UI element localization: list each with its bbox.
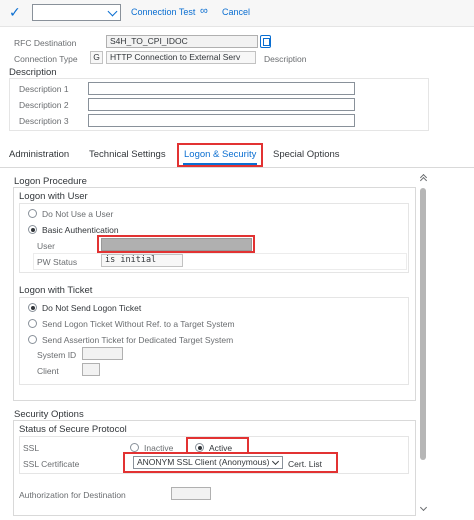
radio-send-ticket-without-ref[interactable]: [28, 319, 37, 328]
do-not-send-ticket-label: Do Not Send Logon Ticket: [42, 303, 142, 313]
scrollbar-thumb[interactable]: [420, 188, 426, 460]
system-id-field[interactable]: [82, 347, 123, 360]
user-label: User: [37, 241, 55, 251]
radio-do-not-use-user[interactable]: [28, 209, 37, 218]
client-label: Client: [37, 366, 59, 376]
value-help-icon[interactable]: [260, 35, 271, 48]
system-id-label: System ID: [37, 350, 77, 360]
pw-status-field: is initial: [101, 254, 183, 267]
client-field[interactable]: [82, 363, 100, 376]
authorization-label: Authorization for Destination: [19, 490, 126, 500]
pw-status-label: PW Status: [37, 257, 78, 267]
scroll-down-icon[interactable]: [419, 505, 427, 513]
ssl-certificate-label: SSL Certificate: [23, 459, 80, 469]
description-3-label: Description 3: [19, 116, 69, 126]
connection-type-field: HTTP Connection to External Serv: [106, 51, 256, 64]
cancel-button[interactable]: Cancel: [222, 7, 250, 17]
connection-type-label: Connection Type: [14, 54, 78, 64]
pw-status-row: [33, 253, 407, 270]
status-secure-protocol-title: Status of Secure Protocol: [19, 424, 127, 435]
authorization-field[interactable]: [171, 487, 211, 500]
description-title: Description: [9, 67, 57, 78]
highlight-user: [97, 235, 255, 253]
chevron-down-icon: [107, 6, 118, 17]
tab-special-options[interactable]: Special Options: [273, 149, 340, 160]
highlight-ssl-certificate: [123, 452, 338, 473]
ssl-label: SSL: [23, 443, 40, 453]
description-1-label: Description 1: [19, 84, 69, 94]
radio-do-not-send-ticket[interactable]: [28, 303, 37, 312]
glasses-icon[interactable]: ∞: [200, 5, 208, 17]
description-1-field[interactable]: [88, 82, 355, 95]
scroll-up-icon[interactable]: [419, 173, 427, 181]
description-3-field[interactable]: [88, 114, 355, 127]
tab-technical-settings[interactable]: Technical Settings: [89, 149, 166, 160]
connection-type-description-label: Description: [264, 54, 307, 64]
logon-procedure-title: Logon Procedure: [14, 176, 87, 187]
description-2-field[interactable]: [88, 98, 355, 111]
tab-separator: [0, 167, 474, 168]
send-assertion-ticket-label: Send Assertion Ticket for Dedicated Targ…: [42, 335, 234, 345]
connection-type-code: G: [90, 51, 103, 64]
toolbar-select[interactable]: [32, 4, 121, 21]
logon-with-ticket-title: Logon with Ticket: [19, 285, 93, 296]
radio-basic-authentication[interactable]: [28, 225, 37, 234]
send-ticket-without-ref-label: Send Logon Ticket Without Ref. to a Targ…: [42, 319, 235, 329]
logon-with-user-title: Logon with User: [19, 191, 88, 202]
highlight-tab: [177, 143, 263, 167]
security-options-title: Security Options: [14, 409, 84, 420]
rfc-destination-field[interactable]: S4H_TO_CPI_IDOC: [106, 35, 258, 48]
rfc-destination-label: RFC Destination: [14, 38, 77, 48]
connection-test-button[interactable]: Connection Test: [131, 7, 195, 17]
tab-administration[interactable]: Administration: [9, 149, 69, 160]
do-not-use-user-label: Do Not Use a User: [42, 209, 114, 219]
radio-send-assertion-ticket[interactable]: [28, 335, 37, 344]
description-2-label: Description 2: [19, 100, 69, 110]
basic-authentication-label: Basic Authentication: [42, 225, 119, 235]
radio-ssl-inactive[interactable]: [130, 443, 139, 452]
check-icon[interactable]: ✓: [9, 5, 21, 19]
